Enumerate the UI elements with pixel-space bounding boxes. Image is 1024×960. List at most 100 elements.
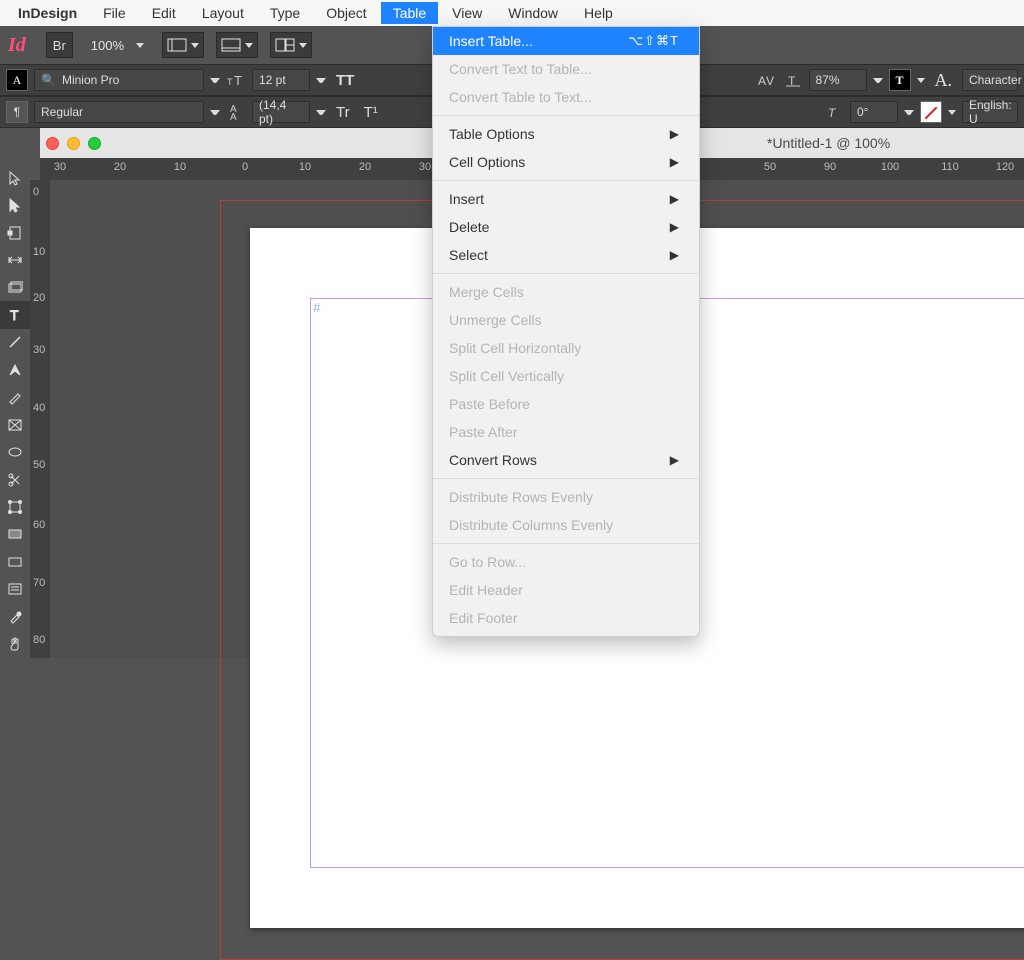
menu-item-label: Paste Before <box>449 396 530 412</box>
leading-icon: AA <box>226 102 246 122</box>
rectangle-frame-tool[interactable] <box>0 411 30 438</box>
stroke-color-swatch[interactable] <box>920 101 942 123</box>
text-frame-marker: # <box>313 300 320 315</box>
menu-item-label: Convert Text to Table... <box>449 61 592 77</box>
submenu-arrow-icon: ▶ <box>670 248 679 262</box>
app-name[interactable]: InDesign <box>6 2 89 24</box>
menu-item-table-options[interactable]: Table Options▶ <box>433 120 699 148</box>
language-field[interactable]: English: U <box>962 101 1018 123</box>
selection-tool[interactable] <box>0 164 30 191</box>
menu-item-label: Go to Row... <box>449 554 526 570</box>
bridge-button[interactable]: Br <box>46 32 73 58</box>
menu-item-shortcut: ⌥⇧⌘T <box>628 33 679 49</box>
pen-tool[interactable] <box>0 356 30 383</box>
menu-item-label: Unmerge Cells <box>449 312 542 328</box>
menu-item-edit-footer: Edit Footer <box>433 604 699 632</box>
paragraph-mode-button[interactable]: ¶ <box>6 101 28 123</box>
gradient-swatch-tool[interactable] <box>0 521 30 548</box>
type-tool[interactable]: T <box>0 301 30 328</box>
gap-tool[interactable] <box>0 246 30 273</box>
vertical-ruler[interactable]: 0 10 20 30 40 50 60 70 80 <box>30 180 50 658</box>
menu-item-convert-text-to-table: Convert Text to Table... <box>433 55 699 83</box>
menu-item-label: Split Cell Vertically <box>449 368 564 384</box>
font-size-field[interactable]: 12 pt <box>252 69 310 91</box>
content-collector-tool[interactable] <box>0 274 30 301</box>
menu-item-paste-before: Paste Before <box>433 390 699 418</box>
submenu-arrow-icon: ▶ <box>670 453 679 467</box>
menu-item-split-cell-horizontally: Split Cell Horizontally <box>433 334 699 362</box>
hand-tool[interactable] <box>0 630 30 657</box>
menu-edit[interactable]: Edit <box>140 2 188 24</box>
menu-item-label: Select <box>449 247 488 263</box>
menu-separator <box>433 478 699 479</box>
menu-item-cell-options[interactable]: Cell Options▶ <box>433 148 699 176</box>
menu-item-label: Table Options <box>449 126 535 142</box>
skew-field[interactable]: 0° <box>850 101 898 123</box>
menu-file[interactable]: File <box>91 2 138 24</box>
document-title: *Untitled-1 @ 100% <box>767 135 890 151</box>
eyedropper-tool[interactable] <box>0 603 30 630</box>
pencil-tool[interactable] <box>0 384 30 411</box>
menu-item-insert[interactable]: Insert▶ <box>433 185 699 213</box>
menu-table[interactable]: Table <box>381 2 438 24</box>
menu-item-distribute-columns-evenly: Distribute Columns Evenly <box>433 511 699 539</box>
gradient-feather-tool[interactable] <box>0 548 30 575</box>
scissors-tool[interactable] <box>0 466 30 493</box>
superscript-button[interactable]: T¹ <box>360 104 382 121</box>
table-menu-dropdown: Insert Table...⌥⇧⌘T Convert Text to Table… <box>432 26 700 637</box>
character-style-field[interactable]: Character <box>962 69 1018 91</box>
menu-type[interactable]: Type <box>258 2 312 24</box>
note-tool[interactable] <box>0 576 30 603</box>
menu-item-select[interactable]: Select ▶ <box>433 241 699 269</box>
character-mode-A[interactable]: A <box>6 69 28 91</box>
line-tool[interactable] <box>0 329 30 356</box>
char-styles-label: A. <box>931 70 957 91</box>
menu-item-delete[interactable]: Delete▶ <box>433 213 699 241</box>
svg-text:A: A <box>230 112 237 120</box>
close-window-button[interactable] <box>46 137 59 150</box>
fill-color-swatch[interactable]: T <box>889 69 911 91</box>
menu-item-label: Edit Header <box>449 582 523 598</box>
zoom-window-button[interactable] <box>88 137 101 150</box>
minimize-window-button[interactable] <box>67 137 80 150</box>
rectangle-tool[interactable] <box>0 438 30 465</box>
menu-window[interactable]: Window <box>496 2 570 24</box>
view-options-button[interactable] <box>162 32 204 58</box>
menu-item-insert-table[interactable]: Insert Table...⌥⇧⌘T <box>433 27 699 55</box>
small-caps-button[interactable]: Tr <box>332 104 354 121</box>
menu-view[interactable]: View <box>440 2 494 24</box>
font-family-field[interactable]: 🔍Minion Pro <box>34 69 204 91</box>
chevron-down-icon <box>873 78 883 83</box>
free-transform-tool[interactable] <box>0 493 30 520</box>
arrange-docs-button[interactable] <box>270 32 312 58</box>
page-tool[interactable] <box>0 219 30 246</box>
menu-item-label: Convert Rows <box>449 452 537 468</box>
svg-text:T: T <box>10 307 19 323</box>
submenu-arrow-icon: ▶ <box>670 192 679 206</box>
menu-item-distribute-rows-evenly: Distribute Rows Evenly <box>433 483 699 511</box>
menu-item-label: Merge Cells <box>449 284 524 300</box>
menu-layout[interactable]: Layout <box>190 2 256 24</box>
screen-mode-button[interactable] <box>216 32 258 58</box>
font-style-field[interactable]: Regular <box>34 101 204 123</box>
menu-object[interactable]: Object <box>314 2 378 24</box>
svg-text:T: T <box>234 73 242 87</box>
vertical-scale-field[interactable]: 87% <box>809 69 867 91</box>
all-caps-button[interactable]: TT <box>332 72 358 89</box>
menu-item-convert-rows[interactable]: Convert Rows ▶ <box>433 446 699 474</box>
svg-text:T: T <box>828 106 837 119</box>
menu-item-edit-header: Edit Header <box>433 576 699 604</box>
menu-item-label: Distribute Columns Evenly <box>449 517 613 533</box>
skew-icon: T <box>824 102 844 122</box>
menu-help[interactable]: Help <box>572 2 625 24</box>
zoom-level-dropdown[interactable]: 100% <box>85 38 150 53</box>
chevron-down-icon <box>948 110 956 115</box>
chevron-down-icon <box>191 43 199 48</box>
baseline-shift-icon: T <box>783 70 803 90</box>
submenu-arrow-icon: ▶ <box>670 220 679 234</box>
id-logo-icon: Id <box>8 34 26 57</box>
menu-item-split-cell-vertically: Split Cell Vertically <box>433 362 699 390</box>
chevron-down-icon <box>904 110 914 115</box>
leading-field[interactable]: (14,4 pt) <box>252 101 310 123</box>
direct-selection-tool[interactable] <box>0 191 30 218</box>
